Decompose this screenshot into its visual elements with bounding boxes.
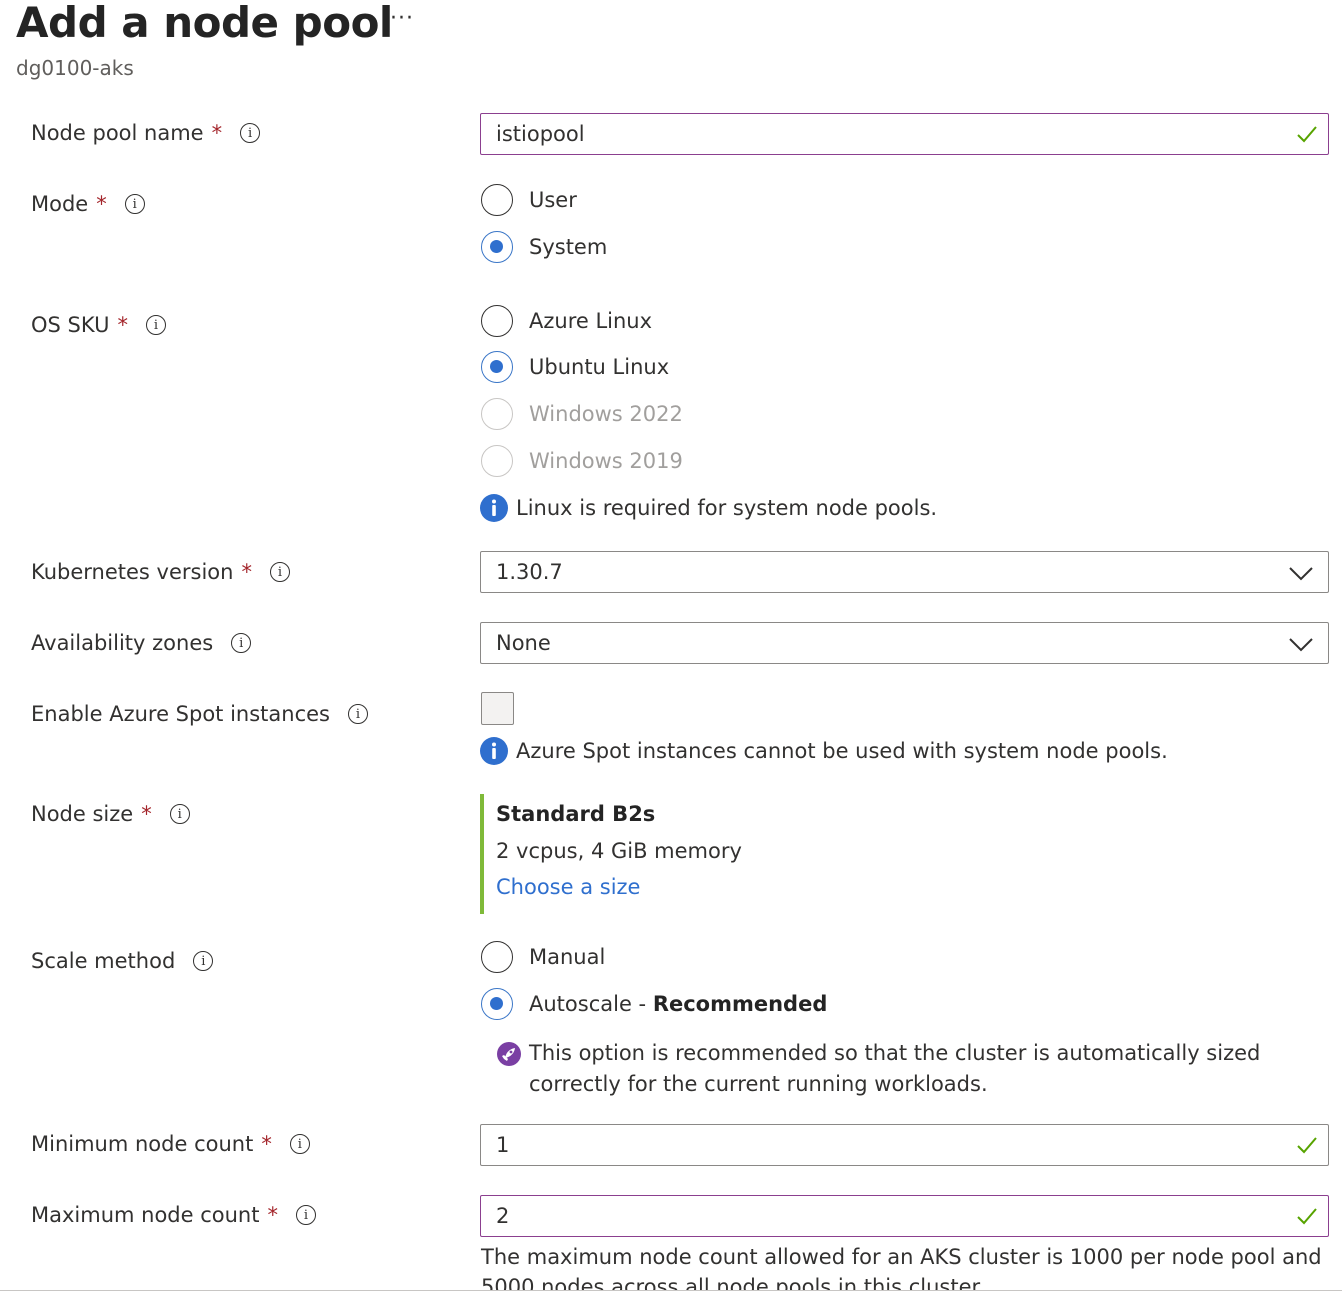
mode-label: Mode * i — [31, 192, 145, 216]
mode-option-system[interactable]: System — [481, 231, 607, 263]
radio-button-selected[interactable] — [481, 351, 513, 383]
chevron-down-icon — [1289, 567, 1313, 581]
info-icon[interactable]: i — [289, 1134, 310, 1154]
mode-option-label: User — [529, 188, 577, 212]
max-node-count-value: 2 — [496, 1204, 510, 1228]
spot-note: Azure Spot instances cannot be used with… — [516, 739, 1168, 763]
spot-instances-label-text: Enable Azure Spot instances — [31, 702, 330, 726]
node-size-name: Standard B2s — [496, 802, 656, 826]
mode-label-text: Mode — [31, 192, 89, 216]
availability-zones-label: Availability zones i — [31, 631, 252, 655]
autoscale-note: This option is recommended so that the c… — [529, 1041, 1261, 1096]
scale-option-label: Autoscale — [529, 992, 632, 1016]
info-icon[interactable]: i — [269, 562, 290, 582]
info-icon[interactable]: i — [295, 1205, 316, 1225]
scale-option-autoscale[interactable]: Autoscale - Recommended — [481, 988, 827, 1020]
max-node-count-label-text: Maximum node count — [31, 1203, 260, 1227]
required-marker: * — [117, 313, 128, 337]
scale-option-separator: - — [631, 992, 653, 1016]
info-filled-icon — [480, 737, 508, 765]
autoscale-recommendation-message: This option is recommended so that the c… — [497, 1038, 1342, 1100]
node-pool-name-value: istiopool — [496, 122, 585, 146]
os-sku-option-label: Windows 2022 — [529, 402, 683, 426]
availability-zones-value: None — [496, 631, 551, 655]
footer-divider — [0, 1290, 1342, 1307]
node-size-label-text: Node size — [31, 802, 134, 826]
os-sku-option-label: Azure Linux — [529, 309, 653, 333]
spot-info-message: Azure Spot instances cannot be used with… — [480, 737, 1168, 765]
info-icon[interactable]: i — [193, 951, 214, 971]
info-icon[interactable]: i — [124, 194, 145, 214]
os-sku-option-azure-linux[interactable]: Azure Linux — [481, 305, 652, 337]
node-pool-name-input[interactable]: istiopool — [480, 113, 1329, 155]
more-options-button[interactable]: ··· — [390, 6, 414, 31]
os-sku-label: OS SKU * i — [31, 313, 166, 337]
checkmark-icon — [1297, 1137, 1317, 1154]
info-icon[interactable]: i — [169, 804, 190, 824]
min-node-count-value: 1 — [496, 1133, 510, 1157]
mode-option-user[interactable]: User — [481, 184, 577, 216]
radio-button[interactable] — [481, 305, 513, 337]
chevron-down-icon — [1289, 638, 1313, 652]
scale-option-label: Manual — [529, 945, 606, 969]
max-node-count-input[interactable]: 2 — [480, 1195, 1329, 1237]
os-sku-option-windows-2019: Windows 2019 — [481, 445, 683, 477]
os-sku-note: Linux is required for system node pools. — [516, 496, 938, 520]
availability-zones-dropdown[interactable]: None — [480, 622, 1329, 664]
min-node-count-label: Minimum node count * i — [31, 1132, 310, 1156]
node-pool-name-label-text: Node pool name — [31, 121, 204, 145]
info-icon[interactable]: i — [145, 315, 166, 335]
checkmark-icon — [1297, 1208, 1317, 1225]
os-sku-option-label: Windows 2019 — [529, 449, 683, 473]
node-size-label: Node size * i — [31, 802, 190, 826]
os-sku-info-message: Linux is required for system node pools. — [480, 494, 937, 522]
os-sku-label-text: OS SKU — [31, 313, 110, 337]
min-node-count-label-text: Minimum node count — [31, 1132, 254, 1156]
required-marker: * — [267, 1203, 278, 1227]
rocket-icon — [497, 1042, 521, 1066]
checkmark-icon — [1297, 126, 1317, 143]
required-marker: * — [261, 1132, 272, 1156]
required-marker: * — [241, 560, 252, 584]
info-icon[interactable]: i — [348, 704, 368, 724]
node-pool-name-label: Node pool name * i — [31, 121, 261, 145]
kubernetes-version-value: 1.30.7 — [496, 560, 563, 584]
spot-instances-checkbox[interactable] — [481, 692, 514, 725]
page-subtitle: dg0100-aks — [16, 56, 134, 80]
radio-button-disabled — [481, 398, 513, 430]
radio-button-selected[interactable] — [481, 231, 513, 263]
availability-zones-label-text: Availability zones — [31, 631, 214, 655]
os-sku-option-windows-2022: Windows 2022 — [481, 398, 683, 430]
info-icon[interactable]: i — [240, 123, 261, 143]
os-sku-option-ubuntu-linux[interactable]: Ubuntu Linux — [481, 351, 669, 383]
radio-button-selected[interactable] — [481, 988, 513, 1020]
node-size-accent-bar — [480, 794, 484, 914]
mode-option-label: System — [529, 235, 608, 259]
spot-instances-label: Enable Azure Spot instances i — [31, 702, 368, 726]
scale-method-label-text: Scale method — [31, 949, 176, 973]
info-icon[interactable]: i — [231, 633, 252, 653]
choose-size-link[interactable]: Choose a size — [496, 875, 640, 899]
radio-button[interactable] — [481, 184, 513, 216]
kubernetes-version-label-text: Kubernetes version — [31, 560, 234, 584]
os-sku-option-label: Ubuntu Linux — [529, 355, 670, 379]
max-node-count-label: Maximum node count * i — [31, 1203, 316, 1227]
scale-method-label: Scale method i — [31, 949, 214, 973]
required-marker: * — [141, 802, 152, 826]
node-size-spec: 2 vcpus, 4 GiB memory — [496, 839, 742, 863]
page-title: Add a node pool — [16, 0, 393, 47]
min-node-count-input[interactable]: 1 — [480, 1124, 1329, 1166]
radio-button[interactable] — [481, 941, 513, 973]
recommended-badge: Recommended — [652, 992, 828, 1016]
info-filled-icon — [480, 494, 508, 522]
required-marker: * — [96, 192, 107, 216]
required-marker: * — [211, 121, 223, 145]
kubernetes-version-dropdown[interactable]: 1.30.7 — [480, 551, 1329, 593]
radio-button-disabled — [481, 445, 513, 477]
kubernetes-version-label: Kubernetes version * i — [31, 560, 290, 584]
scale-option-manual[interactable]: Manual — [481, 941, 605, 973]
